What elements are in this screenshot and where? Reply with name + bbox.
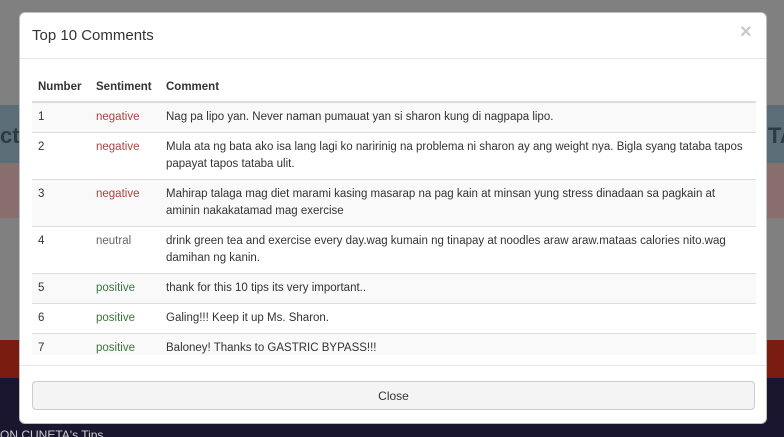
background-caption: ON CUNETA's Tips xyxy=(0,428,104,437)
row-comment: thank for this 10 tips its very importan… xyxy=(160,273,756,304)
row-comment: Mahirap talaga mag diet marami kasing ma… xyxy=(160,179,756,227)
table-row: 7 positive Baloney! Thanks to GASTRIC BY… xyxy=(32,333,756,355)
row-sentiment: negative xyxy=(90,132,160,180)
table-row: 2 negative Mula ata ng bata ako isa lang… xyxy=(32,132,756,180)
row-number: 2 xyxy=(32,132,90,180)
row-sentiment: negative xyxy=(90,101,160,133)
row-sentiment: positive xyxy=(90,333,160,355)
table-row: 3 negative Mahirap talaga mag diet maram… xyxy=(32,179,756,227)
table-row: 6 positive Galing!!! Keep it up Ms. Shar… xyxy=(32,303,756,334)
modal-header: Top 10 Comments × xyxy=(20,13,766,59)
row-number: 1 xyxy=(32,101,90,133)
row-number: 5 xyxy=(32,273,90,304)
close-button[interactable]: Close xyxy=(32,381,755,410)
comments-table: Number Sentiment Comment 1 negative Nag … xyxy=(32,73,756,355)
modal-body[interactable]: Number Sentiment Comment 1 negative Nag … xyxy=(32,73,756,355)
row-comment: Mula ata ng bata ako isa lang lagi ko na… xyxy=(160,132,756,180)
comments-modal: Top 10 Comments × Number Sentiment Comme… xyxy=(19,12,767,424)
row-number: 4 xyxy=(32,226,90,274)
column-header-number: Number xyxy=(32,73,90,103)
table-header-row: Number Sentiment Comment xyxy=(32,73,756,103)
row-number: 7 xyxy=(32,333,90,355)
row-sentiment: negative xyxy=(90,179,160,227)
row-comment: Galing!!! Keep it up Ms. Sharon. xyxy=(160,303,756,334)
table-row: 1 negative Nag pa lipo yan. Never naman … xyxy=(32,101,756,133)
background-right-edge-text: TA xyxy=(768,123,784,148)
row-comment: Nag pa lipo yan. Never naman pumauat yan… xyxy=(160,101,756,133)
table-row: 5 positive thank for this 10 tips its ve… xyxy=(32,273,756,304)
modal-title: Top 10 Comments xyxy=(32,27,154,44)
column-header-comment: Comment xyxy=(160,73,756,103)
background-left-edge-text: ct xyxy=(0,123,20,148)
row-comment: Baloney! Thanks to GASTRIC BYPASS!!! xyxy=(160,333,756,355)
row-sentiment: neutral xyxy=(90,226,160,274)
row-sentiment: positive xyxy=(90,273,160,304)
close-icon[interactable]: × xyxy=(740,22,752,42)
row-number: 3 xyxy=(32,179,90,227)
modal-footer: Close xyxy=(20,365,766,423)
column-header-sentiment: Sentiment xyxy=(90,73,160,103)
row-sentiment: positive xyxy=(90,303,160,334)
table-row: 4 neutral drink green tea and exercise e… xyxy=(32,226,756,274)
row-comment: drink green tea and exercise every day.w… xyxy=(160,226,756,274)
row-number: 6 xyxy=(32,303,90,334)
